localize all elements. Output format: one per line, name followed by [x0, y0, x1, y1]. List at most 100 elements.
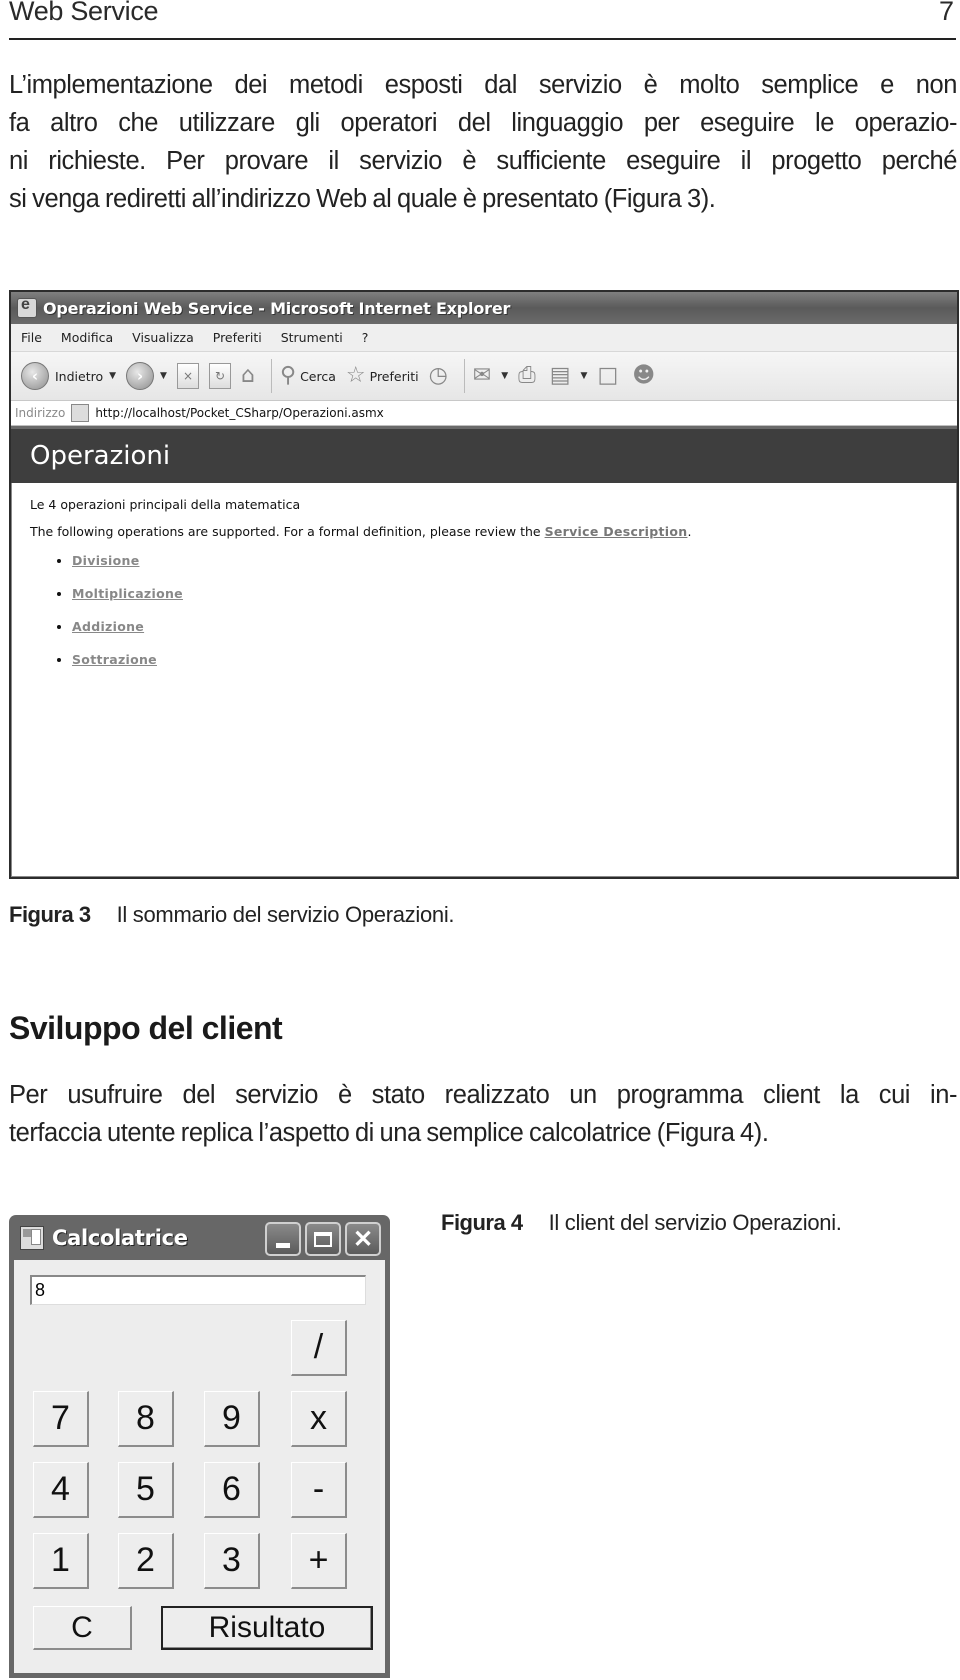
digit-8-button[interactable]: 8: [118, 1391, 174, 1447]
menu-modifica[interactable]: Modifica: [61, 330, 113, 345]
history-icon: ◷: [428, 363, 448, 388]
list-item: Sottrazione: [72, 652, 957, 667]
maximize-icon: [314, 1231, 332, 1247]
address-label: Indirizzo: [15, 406, 66, 420]
digit-5-button[interactable]: 5: [118, 1462, 174, 1518]
digit-7-button[interactable]: 7: [33, 1391, 89, 1447]
paragraph-line: Per usufruire del servizio è stato reali…: [9, 1081, 957, 1109]
paragraph-line: si venga rediretti all’indirizzo Web al …: [9, 185, 716, 213]
clear-button[interactable]: C: [33, 1606, 132, 1650]
back-icon: ‹: [21, 362, 49, 390]
operation-link-moltiplicazione[interactable]: Moltiplicazione: [72, 586, 183, 601]
stop-button[interactable]: ×: [176, 363, 199, 389]
messenger-icon: ☻: [632, 363, 656, 388]
edit-button[interactable]: ▤ ▼: [550, 365, 588, 387]
browser-title-bar: Operazioni Web Service - Microsoft Inter…: [11, 292, 957, 324]
discuss-button[interactable]: □: [597, 365, 622, 387]
close-icon: ✕: [352, 1225, 374, 1253]
supported-operations-text: The following operations are supported. …: [30, 524, 957, 539]
supported-text-end: .: [687, 524, 692, 539]
browser-title: Operazioni Web Service - Microsoft Inter…: [43, 298, 511, 318]
favorites-star-icon: ☆: [345, 363, 366, 388]
figure-3-text: Il sommario del servizio Operazioni.: [116, 902, 455, 927]
section-heading: Sviluppo del client: [9, 1010, 283, 1046]
edit-dropdown-icon[interactable]: ▼: [581, 371, 588, 381]
close-button[interactable]: ✕: [345, 1222, 381, 1256]
mail-icon: ✉: [472, 363, 492, 388]
list-item: Divisione: [72, 553, 957, 568]
list-item: Moltiplicazione: [72, 586, 957, 601]
minimize-icon: [276, 1242, 290, 1248]
paragraph-client: Per usufruire del servizio è stato reali…: [9, 1076, 957, 1152]
back-label: Indietro: [55, 368, 104, 384]
search-label: Cerca: [300, 368, 336, 384]
browser-window: Operazioni Web Service - Microsoft Inter…: [9, 290, 959, 879]
search-button[interactable]: ⚲ Cerca: [280, 365, 336, 387]
mail-button[interactable]: ✉ ▼: [473, 365, 508, 387]
favorites-button[interactable]: ☆ Preferiti: [346, 365, 419, 387]
figure-3-caption: Figura 3 Il sommario del servizio Operazi…: [9, 902, 455, 928]
menu-file[interactable]: File: [21, 330, 42, 345]
operation-link-sottrazione[interactable]: Sottrazione: [72, 652, 157, 667]
digit-6-button[interactable]: 6: [204, 1462, 260, 1518]
figure-3-label: Figura 3: [9, 902, 91, 927]
divide-button[interactable]: /: [291, 1320, 347, 1376]
minimize-button[interactable]: [265, 1222, 301, 1256]
digit-9-button[interactable]: 9: [204, 1391, 260, 1447]
page-number: 7: [938, 0, 954, 26]
digit-3-button[interactable]: 3: [204, 1533, 260, 1589]
print-button[interactable]: ⎙: [518, 365, 540, 387]
list-item: Addizione: [72, 619, 957, 634]
operation-link-divisione[interactable]: Divisione: [72, 553, 139, 568]
result-button[interactable]: Risultato: [161, 1606, 373, 1650]
ie-logo-icon: [17, 296, 37, 318]
menu-preferiti[interactable]: Preferiti: [213, 330, 262, 345]
refresh-button[interactable]: ↻: [208, 363, 231, 389]
forward-dropdown-icon[interactable]: ▼: [160, 371, 167, 381]
messenger-button[interactable]: ☻: [632, 365, 659, 387]
digit-4-button[interactable]: 4: [33, 1462, 89, 1518]
print-icon: ⎙: [518, 363, 536, 388]
home-icon: ⌂: [240, 363, 255, 388]
forward-icon: ›: [126, 362, 155, 390]
home-button[interactable]: ⌂: [241, 365, 259, 387]
multiply-button[interactable]: x: [291, 1391, 347, 1447]
figure-4-text: Il client del servizio Operazioni.: [548, 1210, 842, 1235]
menu-strumenti[interactable]: Strumenti: [281, 330, 343, 345]
toolbar-separator: [463, 359, 465, 393]
calculator-title: Calcolatrice: [52, 1225, 188, 1250]
service-title: Operazioni: [30, 441, 171, 471]
address-bar: Indirizzo http://localhost/Pocket_CSharp…: [11, 401, 957, 426]
search-icon: ⚲: [279, 363, 297, 388]
service-description-link[interactable]: Service Description: [545, 524, 688, 539]
paragraph-intro: L’implementazione dei metodi esposti dal…: [9, 66, 957, 218]
paragraph-line: terfaccia utente replica l’aspetto di un…: [9, 1119, 769, 1147]
plus-button[interactable]: +: [291, 1533, 347, 1589]
calculator-title-bar: Calcolatrice ✕: [14, 1215, 385, 1260]
service-body: Le 4 operazioni principali della matemat…: [11, 497, 957, 667]
refresh-icon: ↻: [208, 363, 231, 389]
operation-link-addizione[interactable]: Addizione: [72, 619, 144, 634]
minus-button[interactable]: -: [291, 1462, 347, 1518]
browser-menu-bar: File Modifica Visualizza Preferiti Strum…: [11, 324, 957, 352]
paragraph-line: L’implementazione dei metodi esposti dal…: [9, 71, 957, 99]
toolbar-separator: [270, 359, 272, 393]
edit-icon: ▤: [549, 363, 571, 388]
history-button[interactable]: ◷: [429, 365, 452, 387]
mail-dropdown-icon[interactable]: ▼: [501, 371, 508, 381]
calculator-display[interactable]: 8: [30, 1275, 366, 1305]
forward-button[interactable]: › ▼: [126, 362, 167, 390]
paragraph-line: ni richieste. Per provare il servizio è …: [9, 147, 957, 175]
address-input[interactable]: http://localhost/Pocket_CSharp/Operazion…: [95, 406, 383, 420]
menu-help[interactable]: ?: [362, 330, 369, 345]
menu-visualizza[interactable]: Visualizza: [132, 330, 194, 345]
running-head-section: Web Service: [9, 0, 159, 26]
maximize-button[interactable]: [305, 1222, 341, 1256]
back-button[interactable]: ‹ Indietro ▼: [21, 362, 116, 390]
digit-2-button[interactable]: 2: [118, 1533, 174, 1589]
figure-4-label: Figura 4: [441, 1210, 523, 1235]
paragraph-line: fa altro che utilizzare gli operatori de…: [9, 109, 957, 137]
app-window-icon: [20, 1225, 44, 1250]
digit-1-button[interactable]: 1: [33, 1533, 89, 1589]
back-dropdown-icon[interactable]: ▼: [109, 371, 116, 381]
